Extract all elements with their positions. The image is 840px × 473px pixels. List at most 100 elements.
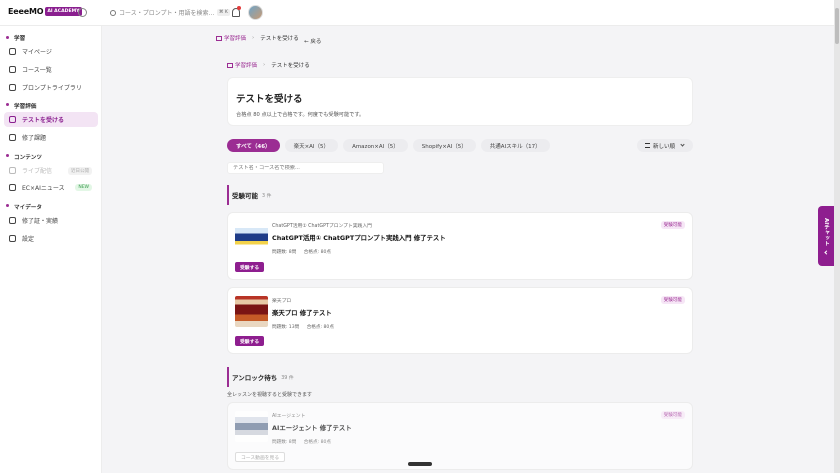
book-icon (9, 66, 16, 73)
course-category: ChatGPT活用① ChatGPTプロンプト実践入門 (272, 224, 372, 229)
sidebar-section-learning: 学習 (14, 36, 26, 42)
sidebar-item-label: ライブ配信 (22, 168, 53, 175)
course-category: 楽天プロ (272, 299, 292, 304)
search-icon (110, 9, 116, 16)
section-dot (6, 36, 9, 39)
section-note: 全レッスンを視聴すると受験できます (227, 392, 313, 398)
breadcrumb-separator: › (252, 35, 255, 41)
home-icon (9, 48, 16, 55)
test-card[interactable]: 楽天プロ 楽天プロ 修了テスト 問題数: 13問 合格点: 80点 受験可能 受… (227, 287, 693, 354)
sort-label: 新しい順 (653, 143, 676, 150)
section-dot (6, 103, 9, 106)
breadcrumb-parent[interactable]: 学習評価 (235, 61, 257, 69)
chevron-down-icon (680, 142, 685, 147)
section-count: 39 件 (281, 375, 294, 381)
sidebar-item-label: テストを受ける (22, 117, 65, 124)
top-bar: EeeeMO AI ACADEMY コース・プロンプト・用語を検索... ⌘ K (0, 0, 840, 26)
tab-common-ai[interactable]: 共通AIスキル（17） (480, 139, 550, 152)
sidebar-item-label: プロンプトライブラリ (22, 85, 82, 92)
page-subtitle: 合格点 80 点以上で合格です。何度でも受験可能です。 (236, 112, 365, 118)
page-header-card: テストを受ける 合格点 80 点以上で合格です。何度でも受験可能です。 (227, 77, 693, 126)
chevron-left-icon (823, 250, 829, 255)
sidebar-item-assignments[interactable]: 修了課題 (4, 130, 98, 145)
test-card-locked: AIエージェント AIエージェント 修了テスト 問題数: 8問 合格点: 80点… (227, 402, 693, 470)
course-category: AIエージェント (272, 414, 306, 419)
breadcrumb: 学習評価 › テストを受ける (216, 34, 299, 42)
test-card[interactable]: ChatGPT活用① ChatGPTプロンプト実践入門 ChatGPT活用① C… (227, 212, 693, 280)
sidebar-item-label: コース一覧 (22, 67, 52, 74)
status-badge: 受験可能 (660, 296, 685, 304)
breadcrumb-parent[interactable]: 学習評価 (224, 34, 246, 42)
sidebar-section-evaluation: 学習評価 (14, 104, 37, 110)
back-link[interactable]: ← 戻る (304, 37, 321, 45)
sidebar-item-label: 修了課題 (22, 135, 47, 142)
logo-text: EeeeMO (8, 7, 44, 16)
section-dot (6, 154, 9, 157)
scrollbar-thumb[interactable] (835, 8, 839, 44)
sidebar-item-certificates[interactable]: 修了証・実績 (4, 213, 98, 228)
sidebar-item-mypage[interactable]: マイページ (4, 44, 98, 59)
ai-chat-label: AIチャット (823, 218, 829, 247)
sidebar: 学習 マイページ コース一覧 プロンプトライブラリ 学習評価 テストを受ける 修… (0, 26, 102, 473)
test-search-field[interactable] (227, 162, 384, 174)
search-placeholder[interactable]: コース・プロンプト・用語を検索... (119, 8, 215, 17)
tab-shopify[interactable]: Shopify×AI（5） (412, 139, 476, 152)
question-count: 問題数: 8問 (272, 250, 297, 255)
take-test-button[interactable]: 受験する (235, 262, 265, 272)
avatar[interactable] (248, 5, 263, 20)
tab-amazon[interactable]: Amazon×AI（5） (343, 139, 408, 152)
live-icon (9, 167, 16, 174)
breadcrumb-secondary: 学習評価 › テストを受ける (227, 61, 310, 69)
test-title: ChatGPT活用① ChatGPTプロンプト実践入門 修了テスト (272, 234, 446, 242)
tab-rakuten[interactable]: 楽天×AI（5） (284, 139, 339, 152)
test-meta: 問題数: 13問 合格点: 80点 (272, 324, 340, 330)
section-count: 3 件 (262, 193, 272, 199)
ai-chat-tab[interactable]: AIチャット (818, 206, 834, 266)
search-shortcut: ⌘ K (217, 9, 230, 16)
test-search-input[interactable] (233, 165, 383, 171)
course-thumbnail (235, 411, 268, 442)
course-thumbnail (235, 221, 268, 252)
sidebar-section-content: コンテンツ (14, 155, 42, 161)
breadcrumb-current: テストを受ける (260, 36, 299, 42)
section-title: アンロック待ち (232, 374, 278, 382)
section-available: 受験可能 3 件 (227, 185, 271, 205)
status-badge: 受験可能 (660, 221, 685, 229)
course-thumbnail (235, 296, 268, 327)
certificate-icon (9, 217, 16, 224)
gear-icon (9, 235, 16, 242)
breadcrumb-current: テストを受ける (271, 63, 310, 69)
pass-score: 合格点: 80点 (303, 440, 332, 445)
category-tabs: すべて（46） 楽天×AI（5） Amazon×AI（5） Shopify×AI… (227, 139, 555, 152)
new-tag: NEW (75, 184, 92, 191)
pass-score: 合格点: 80点 (303, 250, 332, 255)
test-meta: 問題数: 8問 合格点: 80点 (272, 249, 337, 255)
logo[interactable]: EeeeMO AI ACADEMY (8, 7, 82, 16)
sidebar-item-courses[interactable]: コース一覧 (4, 62, 98, 77)
test-icon (9, 116, 16, 123)
tab-all[interactable]: すべて（46） (227, 139, 280, 152)
home-indicator (408, 462, 432, 466)
section-locked: アンロック待ち 39 件 (227, 367, 294, 387)
sort-dropdown[interactable]: 新しい順 (637, 139, 693, 152)
search-bar[interactable]: コース・プロンプト・用語を検索... ⌘ K (110, 6, 240, 19)
sidebar-item-prompt-library[interactable]: プロンプトライブラリ (4, 80, 98, 95)
test-meta: 問題数: 8問 合格点: 80点 (272, 439, 337, 445)
take-test-button[interactable]: 受験する (235, 336, 265, 346)
question-count: 問題数: 13問 (272, 325, 300, 330)
news-icon (9, 184, 16, 191)
question-count: 問題数: 8問 (272, 440, 297, 445)
scrollbar[interactable] (834, 0, 840, 473)
sidebar-toggle-icon[interactable] (78, 8, 87, 17)
pass-score: 合格点: 80点 (306, 325, 334, 330)
sidebar-item-news[interactable]: EC×AIニュース NEW (4, 180, 98, 195)
notification-dot (237, 6, 241, 10)
sidebar-item-settings[interactable]: 設定 (4, 231, 98, 246)
sidebar-item-take-test[interactable]: テストを受ける (4, 112, 98, 127)
watch-course-button[interactable]: コース動画を見る (235, 452, 286, 462)
home-icon[interactable] (216, 35, 222, 41)
sidebar-item-live: ライブ配信 近日公開 (4, 163, 98, 178)
sidebar-item-label: 修了証・実績 (22, 218, 59, 225)
breadcrumb-separator: › (263, 62, 266, 68)
home-icon[interactable] (227, 62, 233, 68)
